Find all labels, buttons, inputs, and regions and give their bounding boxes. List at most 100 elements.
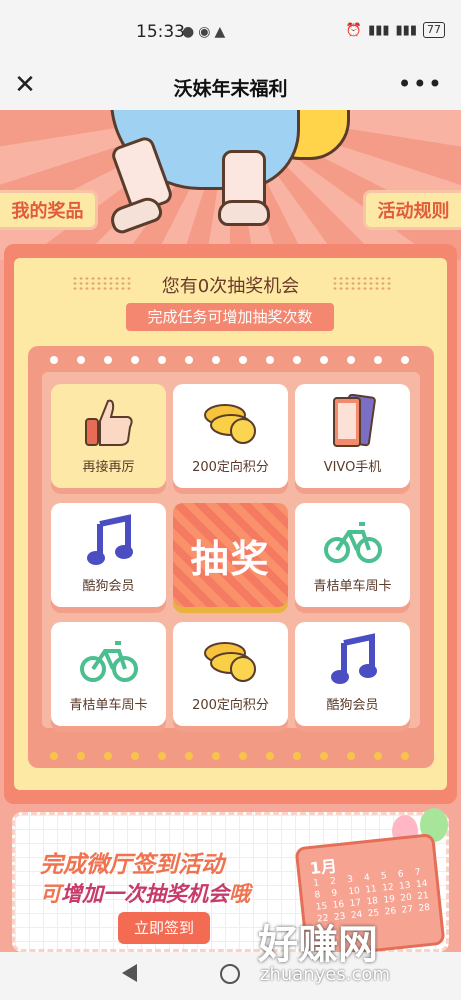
prize-cell: 200定向积分 [173, 384, 288, 488]
light-bulb [131, 752, 139, 760]
bicycle-icon [323, 511, 383, 571]
light-bulb [212, 752, 220, 760]
banner-subtitle: 可增加一次抽奖机会哦 [40, 878, 250, 908]
signal-icon-2: ▮▮▮ [395, 22, 417, 38]
calendar-day: 21 [416, 890, 430, 903]
prize-cell: 酷狗会员 [295, 622, 410, 726]
draw-button-label: 抽奖 [190, 536, 271, 581]
my-prizes-button[interactable]: 我的奖品 [0, 190, 98, 230]
shoe-right-shape [218, 200, 270, 226]
prize-cell: 酷狗会员 [51, 503, 166, 607]
calendar-day: 13 [398, 880, 412, 892]
calendar-day: 14 [415, 878, 429, 891]
light-bulb [266, 752, 274, 760]
home-icon[interactable] [220, 964, 240, 984]
prize-label: 200定向积分 [192, 460, 269, 475]
light-bulb [185, 752, 193, 760]
calendar-day: 15 [315, 901, 328, 913]
prize-label: 再接再厉 [82, 460, 135, 475]
light-bulb [374, 356, 382, 364]
calendar-day: 20 [399, 892, 413, 904]
sign-in-button[interactable]: 立即签到 [118, 912, 210, 944]
calendar-day: 28 [418, 902, 431, 914]
task-tip-badge: 完成任务可增加抽奖次数 [126, 303, 334, 331]
calendar-day: 1 [312, 878, 320, 889]
light-bulb [77, 752, 85, 760]
light-bulb [293, 752, 301, 760]
draw-button[interactable]: 抽奖 [173, 503, 288, 607]
light-bulb [374, 752, 382, 760]
prize-label: 青桔单车周卡 [313, 579, 392, 594]
calendar-day: 18 [366, 896, 379, 908]
page-title: 沃妹年末福利 [173, 78, 288, 100]
calendar-day: 11 [364, 884, 378, 896]
prize-cell: 青桔单车周卡 [51, 622, 166, 726]
status-time: 15:33 [136, 22, 185, 42]
light-bulb [401, 752, 409, 760]
rules-button[interactable]: 活动规则 [363, 190, 461, 230]
light-bulb [131, 356, 139, 364]
light-bulb [104, 356, 112, 364]
light-bulb [401, 356, 409, 364]
globe-icon: ● [182, 24, 195, 40]
status-bar: 15:33 ● ◉ ▲ ⏰ ▮▮▮ ▮▮▮ 77 [0, 0, 461, 64]
light-bulb [50, 356, 58, 364]
calendar-day: 16 [332, 899, 345, 911]
calendar-day: 17 [349, 897, 362, 910]
prize-cell: 再接再厉 [51, 384, 166, 488]
light-bulb [50, 752, 58, 760]
banner-title: 完成微厅签到活动 [40, 852, 224, 878]
coins-icon [201, 392, 261, 452]
status-app-icons: ● ◉ ▲ [182, 24, 225, 40]
light-bulb [320, 752, 328, 760]
prize-label: 青桔单车周卡 [69, 698, 148, 713]
light-bulb [158, 356, 166, 364]
music-note-icon [323, 630, 383, 690]
calendar-day: 26 [384, 906, 397, 918]
calendar-day: 2 [329, 876, 337, 888]
light-bulb [185, 356, 193, 364]
light-bulb [320, 356, 328, 364]
watermark-url: zhuanyes.com [260, 964, 390, 985]
prize-cell: 青桔单车周卡 [295, 503, 410, 607]
prize-cell: VIVO手机 [295, 384, 410, 488]
banner-subtitle-c: 哦 [229, 882, 250, 906]
calendar-day: 9 [331, 888, 338, 899]
light-bulb [104, 752, 112, 760]
hero-illustration [0, 110, 461, 260]
calendar-day: 10 [347, 886, 361, 898]
battery-icon: 77 [423, 22, 445, 38]
calendar-day: 7 [414, 867, 422, 879]
banner-subtitle-a: 可 [40, 882, 61, 906]
light-bulb [77, 356, 85, 364]
watermark-logo: 好赚网 [258, 922, 378, 968]
shoe-left-shape [107, 193, 165, 237]
system-nav-bar [0, 952, 461, 1000]
signal-icon: ▮▮▮ [368, 22, 390, 38]
calendar-day: 8 [314, 890, 321, 901]
calendar-day: 6 [397, 869, 405, 880]
calendar-day: 3 [346, 874, 354, 886]
calendar-day: 27 [401, 904, 414, 916]
prize-label: 酷狗会员 [82, 579, 135, 594]
music-note-icon [79, 511, 139, 571]
light-bulb [293, 356, 301, 364]
thumbs-up-icon [79, 392, 139, 452]
back-icon[interactable] [122, 964, 137, 982]
prize-label: 酷狗会员 [326, 698, 379, 713]
light-bulb [266, 356, 274, 364]
calendar-day: 12 [381, 882, 395, 894]
more-icon[interactable]: ••• [398, 70, 443, 98]
alarm-icon: ⏰ [345, 22, 363, 38]
phone-icon [323, 392, 383, 452]
penguin-icon: ▲ [214, 24, 226, 40]
light-bulb [347, 356, 355, 364]
calendar-day: 5 [380, 871, 388, 882]
light-bulb [158, 752, 166, 760]
light-bulb [239, 752, 247, 760]
bicycle-icon [79, 630, 139, 690]
prize-label: VIVO手机 [323, 460, 382, 475]
clock-icon: ◉ [198, 24, 211, 40]
light-bulb [347, 752, 355, 760]
calendar-day: 19 [383, 894, 396, 906]
